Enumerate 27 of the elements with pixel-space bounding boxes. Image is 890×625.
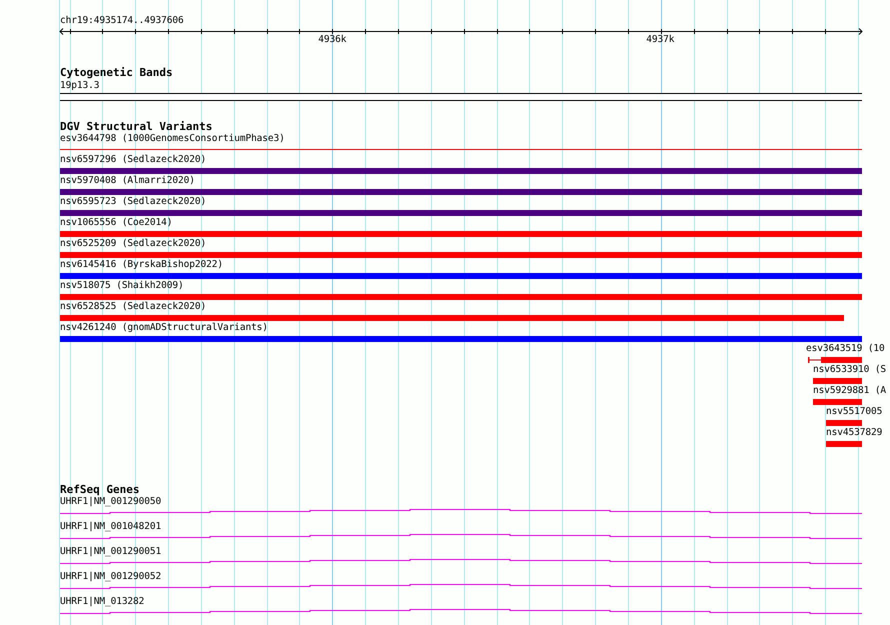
gene-label: UHRF1|NM_001290052 bbox=[60, 571, 162, 583]
variant-label: nsv1065556 (Coe2014) bbox=[60, 217, 172, 229]
variant-label: nsv6525209 (Sedlazeck2020) bbox=[60, 238, 206, 250]
variant-label: nsv6145416 (ByrskaBishop2022) bbox=[60, 259, 223, 271]
track-title: RefSeq Genes bbox=[60, 484, 140, 496]
band-label: 19p13.3 bbox=[60, 80, 100, 92]
ruler-tick-label: 4936k bbox=[318, 34, 346, 46]
variant-label: nsv6597296 (Sedlazeck2020) bbox=[60, 154, 206, 166]
variant-label: nsv518075 (Shaikh2009) bbox=[60, 280, 184, 292]
track-title: DGV Structural Variants bbox=[60, 121, 212, 133]
gene-label: UHRF1|NM_001290050 bbox=[60, 496, 162, 508]
variant-label: nsv5929881 (A bbox=[813, 385, 886, 397]
gene-label: UHRF1|NM_001290051 bbox=[60, 546, 162, 558]
variant-label: nsv6533910 (S bbox=[813, 364, 886, 376]
gene-label: UHRF1|NM_013282 bbox=[60, 596, 144, 608]
gene-label: UHRF1|NM_001048201 bbox=[60, 521, 162, 533]
variant-label: nsv4537829 bbox=[826, 427, 882, 439]
variant-label: nsv4261240 (gnomADStructuralVariants) bbox=[60, 322, 268, 334]
variant-label: nsv5970408 (Almarri2020) bbox=[60, 175, 195, 187]
variant-label: nsv6595723 (Sedlazeck2020) bbox=[60, 196, 206, 208]
track-title: Cytogenetic Bands bbox=[60, 67, 173, 79]
variant-label: nsv6528525 (Sedlazeck2020) bbox=[60, 301, 206, 313]
location-label: chr19:4935174..4937606 bbox=[60, 15, 184, 27]
variant-label: nsv5517005 bbox=[826, 406, 882, 418]
ruler-tick-label: 4937k bbox=[646, 34, 674, 46]
variant-label: esv3643519 (10 bbox=[806, 343, 885, 355]
variant-label: esv3644798 (1000GenomesConsortiumPhase3) bbox=[60, 133, 285, 145]
